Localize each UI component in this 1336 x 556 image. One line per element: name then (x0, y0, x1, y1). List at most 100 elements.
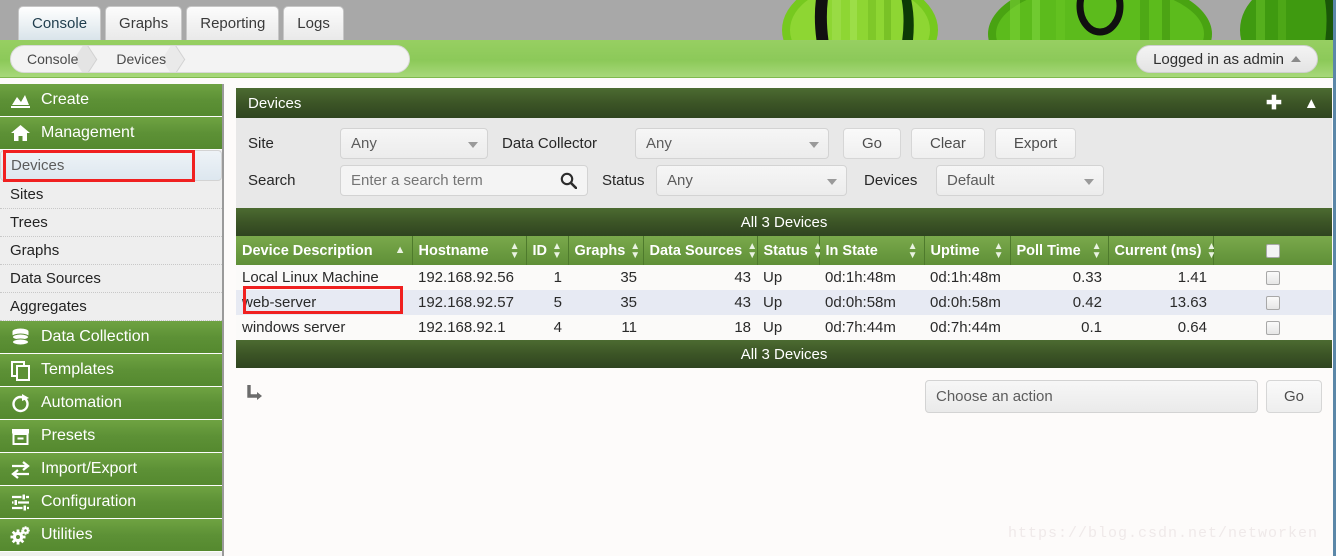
breadcrumb-item-devices[interactable]: Devices (100, 46, 188, 72)
status-cell: Up (757, 290, 819, 315)
data-sources-cell: 18 (643, 315, 757, 340)
col-uptime-label: Uptime (930, 242, 980, 259)
col-current-ms-label: Current (ms) (1114, 242, 1202, 259)
devices-table: All 3 Devices Device Description ▲ Hostna… (236, 208, 1333, 368)
filter-row-2: Search Status Any Devices Default (248, 162, 1320, 199)
graphs-cell: 35 (568, 265, 643, 290)
table-row[interactable]: Local Linux Machine 192.168.92.56 1 35 4… (236, 265, 1333, 290)
status-label: Status (602, 172, 645, 189)
col-graphs[interactable]: Graphs ▲ ▼ (568, 236, 644, 265)
col-select-all[interactable] (1213, 236, 1333, 265)
choose-action-select[interactable]: Choose an action (924, 380, 1258, 413)
site-select[interactable]: Any (340, 128, 488, 159)
search-input[interactable] (351, 172, 577, 189)
search-icon[interactable] (560, 172, 578, 190)
row-checkbox-cell[interactable] (1213, 315, 1333, 340)
chevron-up-icon (1291, 56, 1301, 62)
col-current-ms[interactable]: Current (ms) ▲ ▼ (1108, 236, 1216, 265)
breadcrumb-console-label: Console (27, 51, 79, 67)
choose-action-value: Choose an action (935, 388, 1053, 405)
devices-per-page-select[interactable]: Default (936, 165, 1104, 196)
data-collector-select[interactable]: Any (635, 128, 829, 159)
sort-both-icon: ▲ ▼ (993, 240, 1004, 261)
in-state-cell: 0d:1h:48m (819, 265, 924, 290)
col-poll-time[interactable]: Poll Time ▲ ▼ (1010, 236, 1109, 265)
col-data-sources-label: Data Sources (649, 242, 743, 259)
search-field[interactable] (340, 165, 588, 196)
col-graphs-label: Graphs (574, 242, 626, 259)
row-checkbox-icon[interactable] (1265, 271, 1280, 286)
tab-graphs[interactable]: Graphs (105, 6, 183, 40)
col-data-sources[interactable]: Data Sources ▲ ▼ (643, 236, 758, 265)
cacti-devices-page: Console Graphs Reporting Logs Console De… (0, 0, 1336, 556)
cacti-logo-banner (700, 0, 1336, 40)
device-description-cell[interactable]: web-server (236, 290, 412, 315)
sidebar-item-management[interactable]: Management (0, 117, 222, 150)
col-in-state[interactable]: In State ▲ ▼ (819, 236, 925, 265)
sidebar-sites-label: Sites (10, 186, 44, 203)
sidebar-item-data-collection[interactable]: Data Collection (0, 321, 222, 354)
sidebar-item-sites[interactable]: Sites (0, 181, 222, 209)
table-row[interactable]: windows server 192.168.92.1 4 11 18 Up 0… (236, 315, 1333, 340)
tab-console[interactable]: Console (18, 6, 102, 40)
sidebar-item-automation[interactable]: Automation (0, 387, 222, 420)
sidebar-item-create[interactable]: Create (0, 84, 222, 117)
sidebar-management-label: Management (41, 124, 135, 141)
sidebar-trees-label: Trees (10, 214, 48, 231)
col-status[interactable]: Status ▲ ▼ (757, 236, 823, 265)
action-go-button[interactable]: Go (1265, 380, 1322, 413)
hostname-cell: 192.168.92.56 (412, 265, 526, 290)
uptime-cell: 0d:1h:48m (924, 265, 1010, 290)
breadcrumb-item-console[interactable]: Console (11, 46, 100, 72)
chevron-up-icon[interactable]: ▲ (1304, 96, 1320, 111)
col-uptime[interactable]: Uptime ▲ ▼ (924, 236, 1011, 265)
row-checkbox-icon[interactable] (1265, 296, 1280, 311)
sidebar-item-import-export[interactable]: Import/Export (0, 453, 222, 486)
sidebar-templates-label: Templates (41, 361, 114, 378)
presets-icon (10, 426, 31, 447)
sidebar-data-collection-label: Data Collection (41, 328, 150, 345)
sort-both-icon: ▲ ▼ (509, 240, 520, 261)
chevron-down-icon (809, 142, 819, 148)
sort-both-icon: ▲ ▼ (1091, 240, 1102, 261)
sidebar-item-templates[interactable]: Templates (0, 354, 222, 387)
status-select[interactable]: Any (656, 165, 847, 196)
col-device-description[interactable]: Device Description ▲ (236, 236, 413, 265)
sidebar-item-trees[interactable]: Trees (0, 209, 222, 237)
sidebar-item-utilities[interactable]: Utilities (0, 519, 222, 552)
filter-row-1: Site Any Data Collector Any Go Clear Exp… (248, 125, 1320, 162)
sidebar-import-export-label: Import/Export (41, 460, 138, 477)
tab-reporting[interactable]: Reporting (186, 6, 280, 40)
breadcrumb-bar: Console Devices Logged in as admin (0, 40, 1336, 78)
breadcrumb-devices-label: Devices (116, 51, 167, 67)
go-button[interactable]: Go (843, 128, 902, 159)
device-description-cell[interactable]: windows server (236, 315, 412, 340)
col-id[interactable]: ID ▲ ▼ (526, 236, 569, 265)
logged-in-user-menu[interactable]: Logged in as admin (1136, 45, 1318, 73)
clear-button[interactable]: Clear (911, 128, 985, 159)
table-row[interactable]: web-server 192.168.92.57 5 35 43 Up 0d:0… (236, 290, 1333, 315)
sidebar-item-aggregates[interactable]: Aggregates (0, 293, 222, 321)
site-label: Site (248, 135, 274, 152)
device-description-cell[interactable]: Local Linux Machine (236, 265, 412, 290)
top-tab-bar: Console Graphs Reporting Logs (0, 0, 1336, 40)
export-button[interactable]: Export (994, 128, 1077, 159)
sort-both-icon: ▲ ▼ (747, 240, 758, 261)
sidebar-item-configuration[interactable]: Configuration (0, 486, 222, 519)
row-checkbox-cell[interactable] (1213, 290, 1333, 315)
select-all-checkbox-icon[interactable] (1265, 243, 1280, 258)
home-icon (10, 123, 31, 144)
panel-actions: ✚ ▲ (1266, 94, 1320, 113)
row-checkbox-icon[interactable] (1265, 321, 1280, 336)
chart-area-icon (10, 90, 31, 111)
row-checkbox-cell[interactable] (1213, 265, 1333, 290)
plus-icon[interactable]: ✚ (1266, 94, 1282, 113)
sidebar-item-presets[interactable]: Presets (0, 420, 222, 453)
sidebar-devices-wrap: Devices (0, 149, 222, 182)
sidebar-item-data-sources[interactable]: Data Sources (0, 265, 222, 293)
uptime-cell: 0d:0h:58m (924, 290, 1010, 315)
sidebar-item-graphs[interactable]: Graphs (0, 237, 222, 265)
sidebar-item-devices[interactable]: Devices (0, 149, 222, 182)
col-hostname[interactable]: Hostname ▲ ▼ (412, 236, 527, 265)
tab-logs[interactable]: Logs (283, 6, 344, 40)
